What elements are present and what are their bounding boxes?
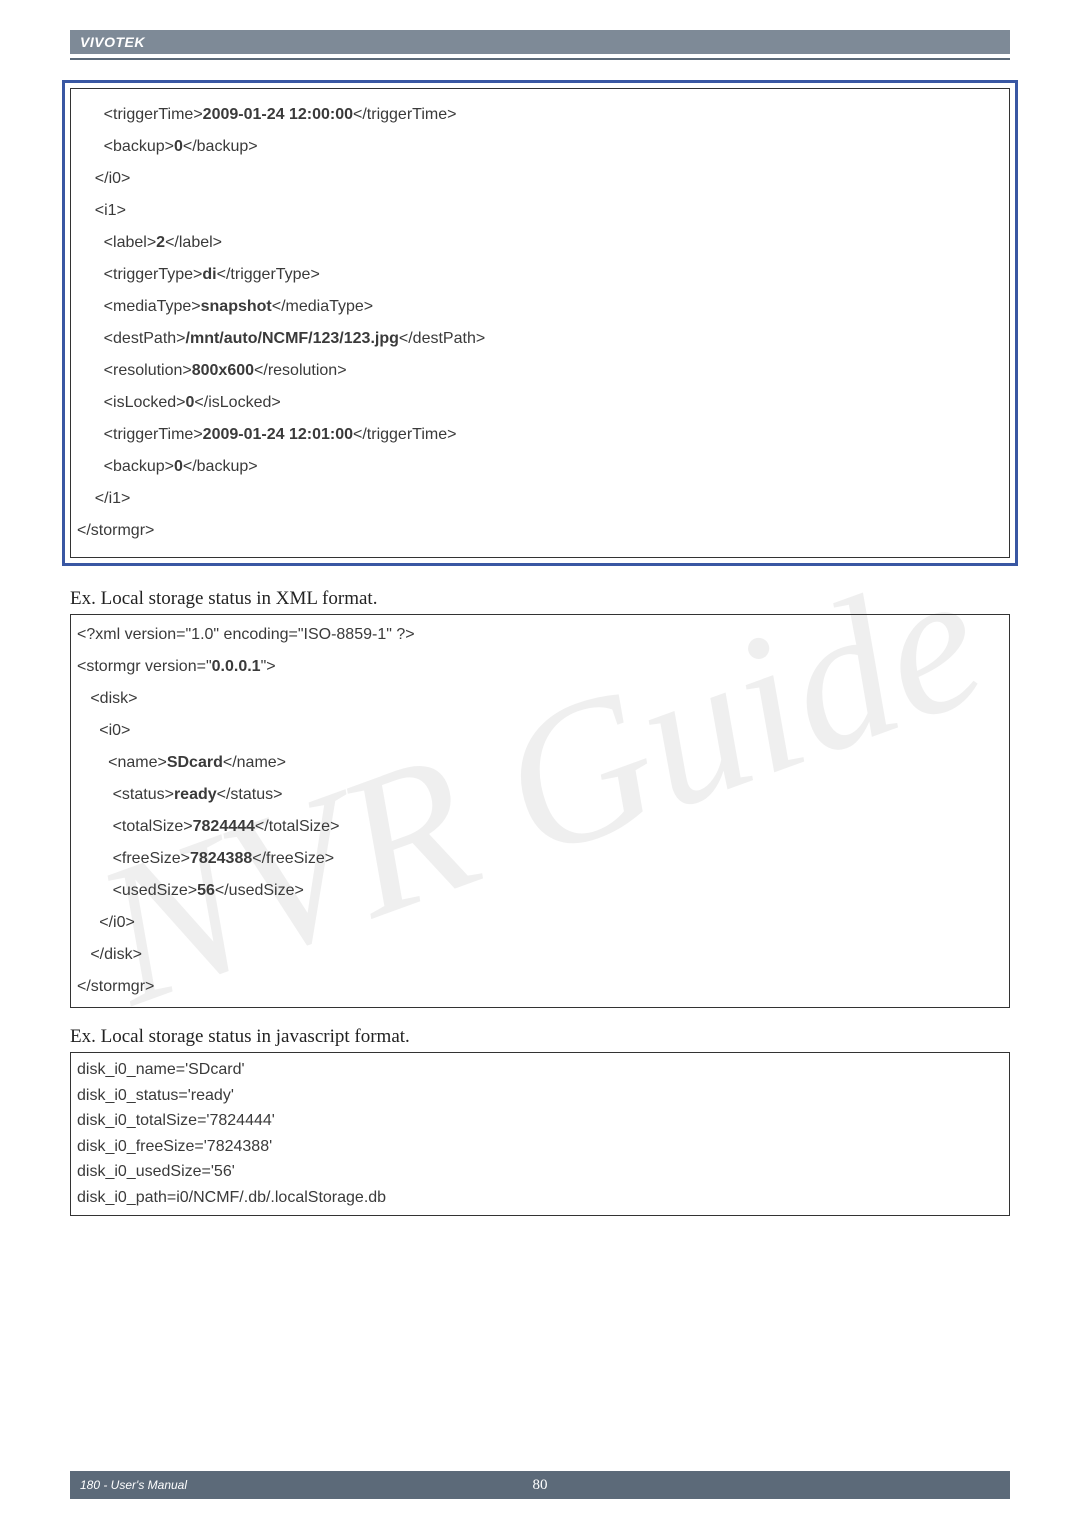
code-line: <totalSize>7824444</totalSize> [77, 811, 1003, 843]
code-line: <backup>0</backup> [77, 131, 1003, 163]
code-line: <destPath>/mnt/auto/NCMF/123/123.jpg</de… [77, 323, 1003, 355]
code-line: disk_i0_freeSize='7824388' [77, 1134, 1003, 1160]
code-line: <triggerTime>2009-01-24 12:00:00</trigge… [77, 99, 1003, 131]
code-line: <?xml version="1.0" encoding="ISO-8859-1… [77, 619, 1003, 651]
code-line: </stormgr> [77, 515, 1003, 547]
footer-bar: 180 - User's Manual 80 [70, 1471, 1010, 1499]
code-line: disk_i0_name='SDcard' [77, 1057, 1003, 1083]
footer-page-number: 80 [533, 1477, 548, 1494]
code-line: disk_i0_path=i0/NCMF/.db/.localStorage.d… [77, 1185, 1003, 1211]
code-line: <stormgr version="0.0.0.1"> [77, 651, 1003, 683]
code-line: </i1> [77, 483, 1003, 515]
code-line: disk_i0_totalSize='7824444' [77, 1108, 1003, 1134]
section-label-js-status: Ex. Local storage status in javascript f… [70, 1026, 1010, 1048]
xml-code-box-2: <?xml version="1.0" encoding="ISO-8859-1… [70, 614, 1010, 1008]
code-line: <triggerTime>2009-01-24 12:01:00</trigge… [77, 419, 1003, 451]
code-line: </i0> [77, 907, 1003, 939]
code-line: </i0> [77, 163, 1003, 195]
code-line: disk_i0_usedSize='56' [77, 1159, 1003, 1185]
code-line: <i1> [77, 195, 1003, 227]
js-code-box: disk_i0_name='SDcard' disk_i0_status='re… [70, 1052, 1010, 1216]
code-line: <resolution>800x600</resolution> [77, 355, 1003, 387]
xml-code-box-1: <triggerTime>2009-01-24 12:00:00</trigge… [70, 88, 1010, 558]
brand-header: VIVOTEK [70, 30, 1010, 54]
section-label-xml-status: Ex. Local storage status in XML format. [70, 588, 1010, 610]
code-line: <mediaType>snapshot</mediaType> [77, 291, 1003, 323]
code-line: <i0> [77, 715, 1003, 747]
code-line: <label>2</label> [77, 227, 1003, 259]
code-line: <isLocked>0</isLocked> [77, 387, 1003, 419]
code-line: </disk> [77, 939, 1003, 971]
code-line: <triggerType>di</triggerType> [77, 259, 1003, 291]
code-line: disk_i0_status='ready' [77, 1083, 1003, 1109]
code-line: </stormgr> [77, 971, 1003, 1003]
code-line: <status>ready</status> [77, 779, 1003, 811]
code-line: <freeSize>7824388</freeSize> [77, 843, 1003, 875]
header-divider [70, 58, 1010, 60]
footer-left-text: 180 - User's Manual [80, 1478, 187, 1492]
code-line: <name>SDcard</name> [77, 747, 1003, 779]
code-line: <disk> [77, 683, 1003, 715]
code-line: <backup>0</backup> [77, 451, 1003, 483]
code-line: <usedSize>56</usedSize> [77, 875, 1003, 907]
